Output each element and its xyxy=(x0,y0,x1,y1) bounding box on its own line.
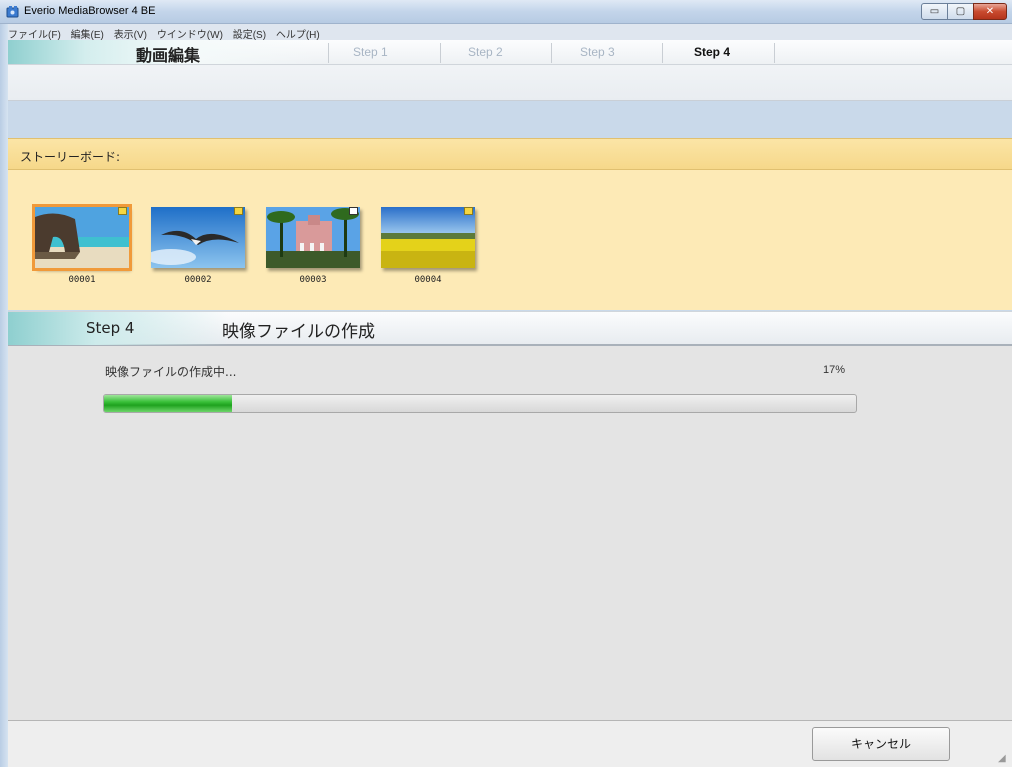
menu-bar: ファイル(F) 編集(E) 表示(V) ウインドウ(W) 設定(S) ヘルプ(H… xyxy=(8,24,1012,41)
progress-bar xyxy=(103,394,857,413)
storyboard-label: ストーリーボード: xyxy=(20,150,121,164)
title-bar: Everio MediaBrowser 4 BE ▭ ▢ ✕ xyxy=(0,0,1012,24)
clip-thumbnail xyxy=(151,207,245,268)
clip-thumbnail xyxy=(266,207,360,268)
resize-grip-icon[interactable]: ◢ xyxy=(998,753,1008,764)
clip-marker-icon xyxy=(349,207,358,215)
clip-marker-icon xyxy=(464,207,473,215)
app-icon xyxy=(6,6,19,18)
clip-thumbnail xyxy=(32,204,132,271)
storyboard-clip-4[interactable] xyxy=(381,207,475,270)
clip-thumbnail xyxy=(381,207,475,268)
progress-bar-fill xyxy=(104,395,232,412)
tab-divider xyxy=(774,43,775,63)
progress-status-label: 映像ファイルの作成中... xyxy=(105,365,237,379)
storyboard-header: ストーリーボード: xyxy=(8,138,1012,170)
storyboard-clip-2[interactable] xyxy=(151,207,245,270)
menu-settings[interactable]: 設定(S) xyxy=(233,24,270,41)
window-title: Everio MediaBrowser 4 BE xyxy=(24,5,156,17)
clip-label-2: 00002 xyxy=(184,275,212,285)
storyboard-clip-1[interactable] xyxy=(32,204,132,271)
menu-help[interactable]: ヘルプ(H) xyxy=(276,24,324,41)
clip-marker-icon xyxy=(234,207,243,215)
step-tabs-row: 動画編集 Step 1 Step 2 Step 3 Step 4 xyxy=(8,40,1012,65)
window-frame-left xyxy=(0,24,8,767)
tab-step-1[interactable]: Step 1 xyxy=(353,45,388,59)
menu-file[interactable]: ファイル(F) xyxy=(8,24,65,41)
cancel-button[interactable]: キャンセル xyxy=(812,727,950,761)
tab-step-2[interactable]: Step 2 xyxy=(468,45,503,59)
clip-label-1: 00001 xyxy=(68,275,96,285)
storyboard-clip-3[interactable] xyxy=(266,207,360,270)
progress-percent: 17% xyxy=(823,364,846,376)
clip-label-4: 00004 xyxy=(414,275,442,285)
maximize-button[interactable]: ▢ xyxy=(947,3,974,20)
menu-window[interactable]: ウインドウ(W) xyxy=(157,24,227,41)
step-title: 映像ファイルの作成 xyxy=(222,322,375,342)
minimize-button[interactable]: ▭ xyxy=(921,3,948,20)
bottom-bar: キャンセル ◢ xyxy=(8,720,1012,767)
tab-step-3[interactable]: Step 3 xyxy=(580,45,615,59)
clip-label-3: 00003 xyxy=(299,275,327,285)
step-navigation: 動画編集 Step 1 Step 2 Step 3 Step 4 xyxy=(8,40,1012,101)
close-button[interactable]: ✕ xyxy=(973,3,1007,20)
step-header: Step 4 映像ファイルの作成 xyxy=(8,311,1012,346)
menu-edit[interactable]: 編集(E) xyxy=(71,24,108,41)
storyboard-area: 00001 00002 00003 00004 xyxy=(8,170,1012,310)
tab-divider xyxy=(440,43,441,63)
tab-divider xyxy=(328,43,329,63)
tab-divider xyxy=(551,43,552,63)
progress-panel: 映像ファイルの作成中... 17% xyxy=(8,346,1012,720)
menu-view[interactable]: 表示(V) xyxy=(114,24,151,41)
step-number-label: Step 4 xyxy=(86,319,135,337)
tab-divider xyxy=(662,43,663,63)
clip-marker-icon xyxy=(118,207,127,215)
section-title: 動画編集 xyxy=(136,46,201,65)
tab-step-4[interactable]: Step 4 xyxy=(694,45,730,59)
